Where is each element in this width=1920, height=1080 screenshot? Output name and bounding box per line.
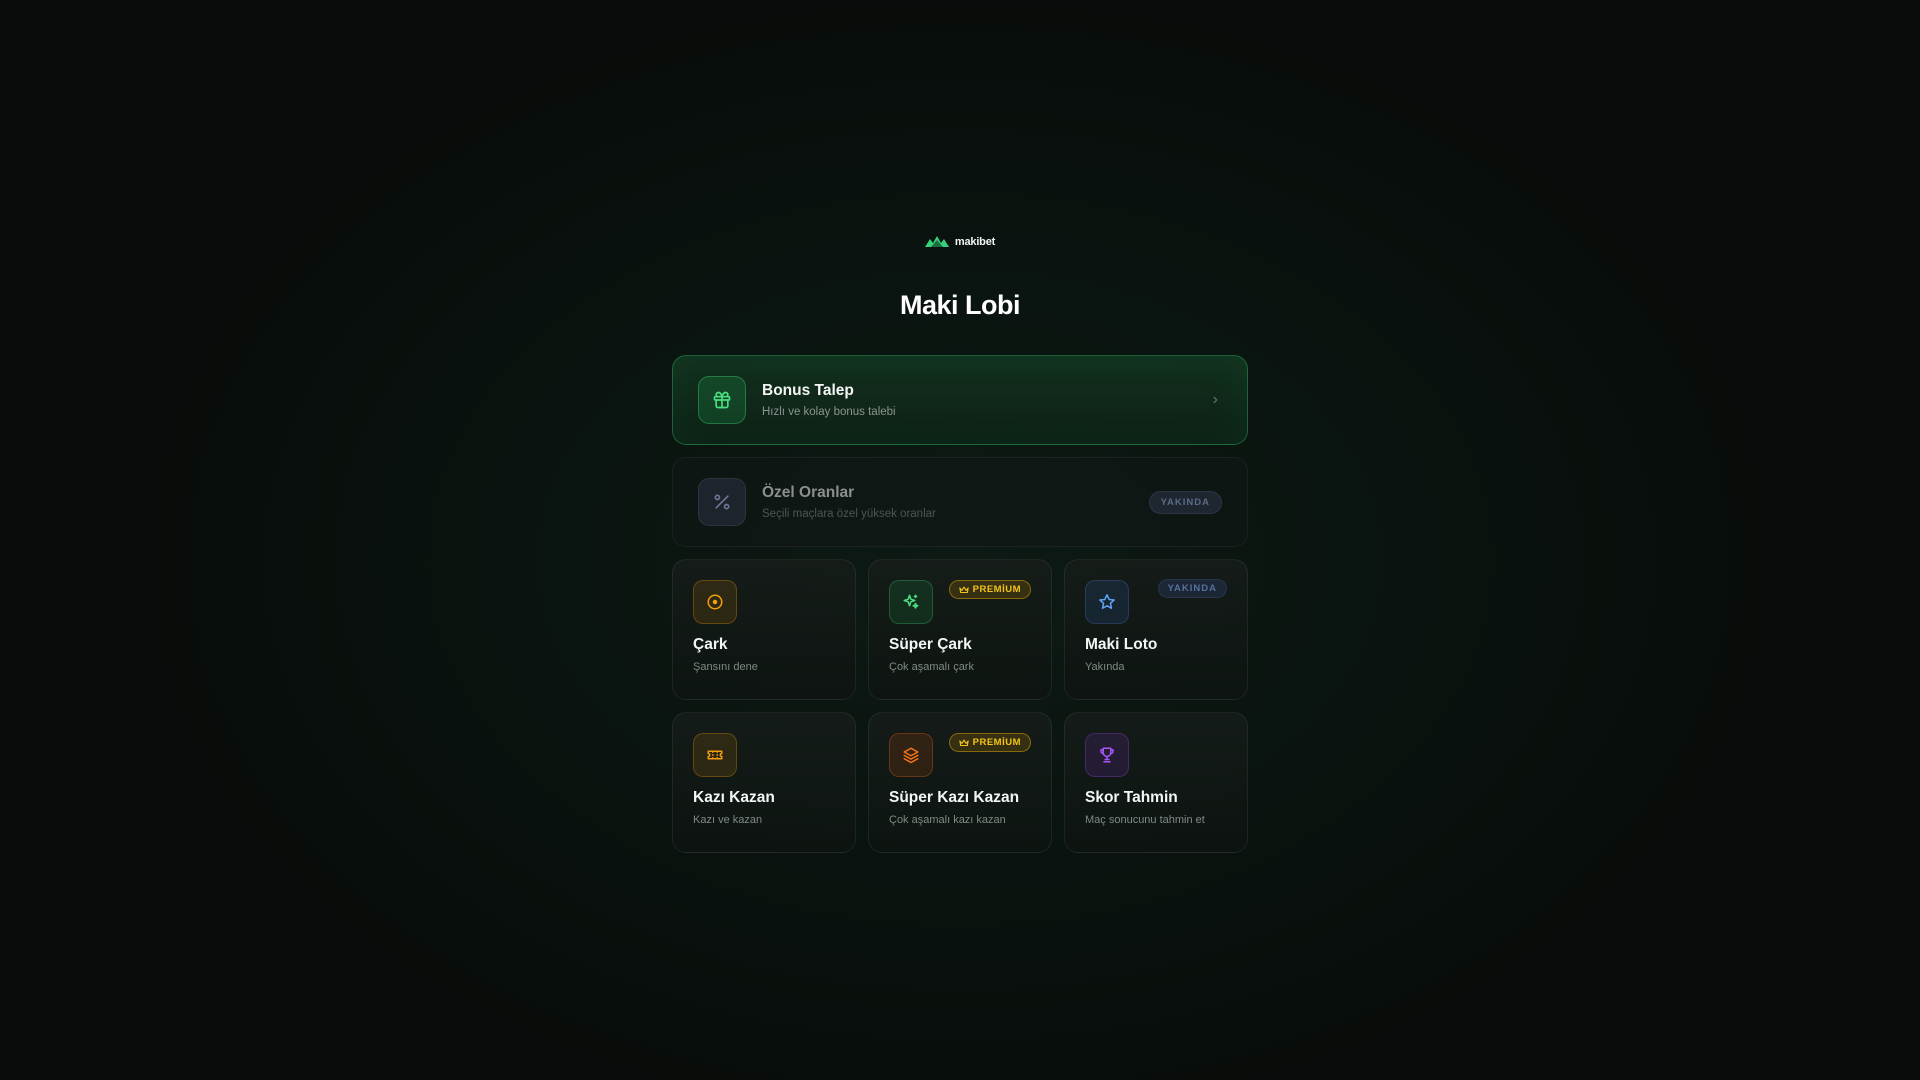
tile-title: Süper Kazı Kazan [889, 789, 1020, 806]
game-tile-wheel[interactable]: Çark Şansını dene [672, 559, 856, 700]
game-tile-super-scratch[interactable]: PREMİUM Süper Kazı Kazan Çok aşamalı kaz… [868, 712, 1052, 853]
crown-icon [958, 739, 969, 746]
chevron-right-icon: › [1212, 391, 1218, 408]
game-tile-score-prediction[interactable]: Skor Tahmin Maç sonucunu tahmin et [1064, 712, 1248, 853]
tile-title: Çark [693, 636, 728, 653]
tile-subtitle: Çok aşamalı çark [889, 661, 974, 673]
special-odds-title: Özel Oranlar [762, 484, 855, 501]
tile-title: Kazı Kazan [693, 789, 775, 806]
premium-badge-label: PREMİUM [972, 584, 1021, 595]
bonus-request-title: Bonus Talep [762, 382, 854, 399]
special-odds-subtitle: Seçili maçlara özel yüksek oranlar [762, 508, 936, 520]
tile-subtitle: Maç sonucunu tahmin et [1085, 814, 1205, 826]
crown-icon [958, 586, 969, 593]
bonus-request-subtitle: Hızlı ve kolay bonus talebi [762, 406, 896, 418]
brand-name: makibet [954, 236, 996, 248]
tile-title: Maki Loto [1085, 636, 1158, 653]
game-tile-scratch[interactable]: Kazı Kazan Kazı ve kazan [672, 712, 856, 853]
tile-subtitle: Şansını dene [693, 661, 758, 673]
layers-icon [889, 733, 933, 777]
crown-mountain-logo-icon [924, 236, 949, 247]
wheel-icon [693, 580, 737, 624]
games-grid: Çark Şansını dene PREMİUM Süper Çark Çok… [672, 559, 1248, 853]
tile-subtitle: Yakında [1085, 661, 1125, 673]
gift-icon [698, 376, 746, 424]
game-tile-super-wheel[interactable]: PREMİUM Süper Çark Çok aşamalı çark [868, 559, 1052, 700]
ticket-icon [693, 733, 737, 777]
tile-title: Skor Tahmin [1085, 789, 1178, 806]
trophy-icon [1085, 733, 1129, 777]
tile-title: Süper Çark [889, 636, 972, 653]
tile-subtitle: Kazı ve kazan [693, 814, 763, 826]
sparkles-icon [889, 580, 933, 624]
special-odds-card: Özel Oranlar Seçili maçlara özel yüksek … [672, 457, 1248, 547]
lobby-container: makibet Maki Lobi Bonus Talep Hızlı ve k… [672, 230, 1248, 853]
star-icon [1085, 580, 1129, 624]
bonus-request-card[interactable]: Bonus Talep Hızlı ve kolay bonus talebi … [672, 355, 1248, 445]
premium-badge: PREMİUM [948, 580, 1031, 599]
premium-badge-label: PREMİUM [972, 737, 1021, 748]
coming-soon-badge: YAKINDA [1148, 490, 1222, 514]
coming-soon-badge: YAKINDA [1157, 579, 1227, 598]
brand-logo[interactable]: makibet [672, 230, 1248, 254]
percent-icon [698, 478, 746, 526]
premium-badge: PREMİUM [948, 733, 1031, 752]
game-tile-maki-loto[interactable]: YAKINDA Maki Loto Yakında [1064, 559, 1248, 700]
tile-subtitle: Çok aşamalı kazı kazan [889, 814, 1006, 826]
page-title: Maki Lobi [899, 290, 1021, 320]
